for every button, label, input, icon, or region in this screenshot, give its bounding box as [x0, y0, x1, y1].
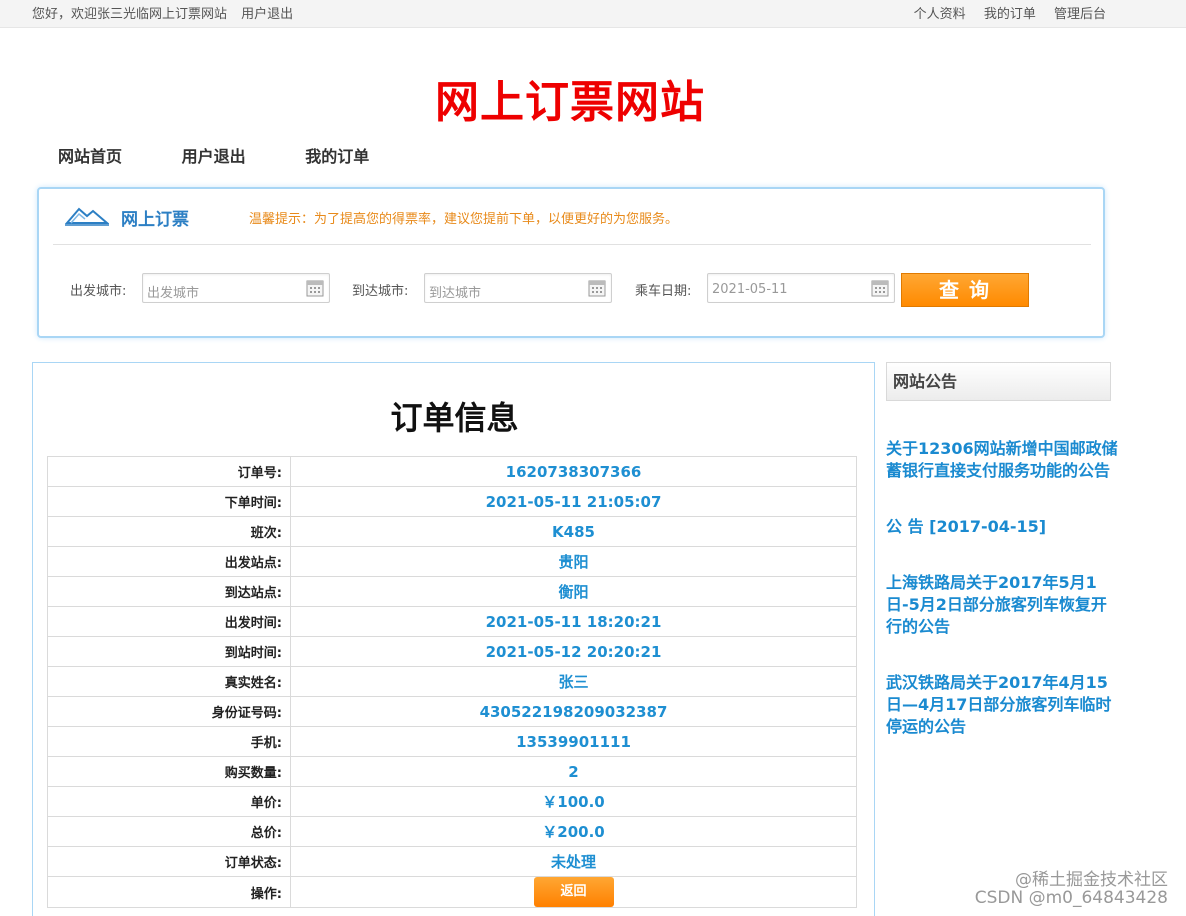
order-row-value: 贵阳: [290, 546, 857, 577]
order-row: 购买数量: 2: [47, 756, 857, 787]
order-row: 订单号: 1620738307366: [47, 456, 857, 487]
calendar-icon[interactable]: [871, 279, 889, 297]
order-row-value: 衡阳: [290, 576, 857, 607]
order-action-cell: 返回: [290, 876, 857, 908]
notice-item[interactable]: 公 告 [2017-04-15]: [886, 516, 1118, 538]
order-row-value: 张三: [290, 666, 857, 697]
date-label: 乘车日期:: [635, 284, 692, 299]
notice-item[interactable]: 武汉铁路局关于2017年4月15日—4月17日部分旅客列车临时停运的公告: [886, 672, 1118, 738]
nav-logout[interactable]: 用户退出: [182, 147, 246, 166]
order-row-value: K485: [290, 516, 857, 547]
order-info-table: 订单号: 1620738307366 下单时间: 2021-05-11 21:05:0…: [47, 456, 857, 908]
order-row-value: 2021-05-12 20:20:21: [290, 636, 857, 667]
query-button[interactable]: 查询: [901, 273, 1029, 307]
order-row-label: 手机:: [47, 726, 291, 757]
order-action-row: 操作: 返回: [47, 876, 857, 908]
order-info-panel: 订单信息 订单号: 1620738307366 下单时间: 2021-05-11 21…: [32, 362, 875, 916]
order-row-label: 到站时间:: [47, 636, 291, 667]
order-row-value: 2021-05-11 21:05:07: [290, 486, 857, 517]
calendar-icon[interactable]: [306, 279, 324, 297]
ticket-search-panel: 网上订票 温馨提示：为了提高您的得票率，建议您提前下单，以便更好的为您服务。 出…: [37, 187, 1105, 338]
nav-my-orders[interactable]: 我的订单: [305, 147, 369, 166]
order-row: 订单状态: 未处理: [47, 846, 857, 877]
back-button[interactable]: 返回: [533, 877, 614, 907]
order-row: 出发站点: 贵阳: [47, 546, 857, 577]
order-row-label: 购买数量:: [47, 756, 291, 787]
from-city-placeholder: 出发城市: [147, 286, 200, 301]
date-input[interactable]: 2021-05-11: [707, 273, 895, 303]
to-city-label: 到达城市:: [352, 284, 409, 299]
order-row-value: ￥200.0: [290, 816, 857, 847]
mountain-logo-icon: [65, 207, 109, 226]
order-row-label: 订单状态:: [47, 846, 291, 877]
search-tip: 温馨提示：为了提高您的得票率，建议您提前下单，以便更好的为您服务。: [249, 212, 679, 227]
order-row: 出发时间: 2021-05-11 18:20:21: [47, 606, 857, 637]
to-city-placeholder: 到达城市: [429, 286, 482, 301]
order-row-label: 单价:: [47, 786, 291, 817]
order-row-label: 订单号:: [47, 456, 291, 487]
order-row-label: 出发站点:: [47, 546, 291, 577]
top-bar: 您好，欢迎张三光临网上订票网站 用户退出 个人资料 我的订单 管理后台: [0, 0, 1186, 28]
order-row: 总价: ￥200.0: [47, 816, 857, 847]
order-row: 到达站点: 衡阳: [47, 576, 857, 607]
search-panel-header: 网上订票 温馨提示：为了提高您的得票率，建议您提前下单，以便更好的为您服务。: [53, 189, 1091, 245]
watermark-line-1: @稀土掘金技术社区: [1015, 870, 1168, 890]
order-row-value: ￥100.0: [290, 786, 857, 817]
from-city-input[interactable]: 出发城市: [142, 273, 330, 303]
order-row-value: 2: [290, 756, 857, 787]
order-row: 到站时间: 2021-05-12 20:20:21: [47, 636, 857, 667]
order-row-label: 下单时间:: [47, 486, 291, 517]
profile-link[interactable]: 个人资料: [914, 7, 966, 22]
main-nav: 网站首页 用户退出 我的订单: [58, 143, 423, 167]
from-city-label: 出发城市:: [70, 284, 127, 299]
order-row-label: 出发时间:: [47, 606, 291, 637]
order-row: 手机: 13539901111: [47, 726, 857, 757]
order-row-value: 2021-05-11 18:20:21: [290, 606, 857, 637]
order-row-value: 未处理: [290, 846, 857, 877]
date-value: 2021-05-11: [712, 282, 788, 297]
order-row: 真实姓名: 张三: [47, 666, 857, 697]
order-row-label: 身份证号码:: [47, 696, 291, 727]
site-title: 网上订票网站: [435, 77, 705, 128]
notice-item[interactable]: 关于12306网站新增中国邮政储蓄银行直接支付服务功能的公告: [886, 438, 1118, 482]
notice-header: 网站公告: [886, 362, 1111, 401]
watermark-line-2: CSDN @m0_64843428: [974, 888, 1168, 908]
search-panel-title: 网上订票: [121, 210, 189, 230]
order-row: 下单时间: 2021-05-11 21:05:07: [47, 486, 857, 517]
order-row-label: 总价:: [47, 816, 291, 847]
order-row-label: 真实姓名:: [47, 666, 291, 697]
order-row-value: 13539901111: [290, 726, 857, 757]
welcome-text: 您好，欢迎张三光临网上订票网站: [32, 7, 228, 22]
order-row: 单价: ￥100.0: [47, 786, 857, 817]
order-row: 班次: K485: [47, 516, 857, 547]
admin-link[interactable]: 管理后台: [1054, 7, 1106, 22]
watermark: @稀土掘金技术社区 CSDN @m0_64843428: [975, 871, 1168, 907]
order-action-label: 操作:: [47, 876, 291, 908]
order-row: 身份证号码: 430522198209032387: [47, 696, 857, 727]
order-row-label: 班次:: [47, 516, 291, 547]
order-row-value: 430522198209032387: [290, 696, 857, 727]
order-row-label: 到达站点:: [47, 576, 291, 607]
my-orders-link[interactable]: 我的订单: [984, 7, 1036, 22]
calendar-icon[interactable]: [588, 279, 606, 297]
top-logout-link[interactable]: 用户退出: [241, 7, 293, 22]
order-row-value: 1620738307366: [290, 456, 857, 487]
nav-home[interactable]: 网站首页: [58, 147, 122, 166]
order-info-title: 订单信息: [390, 399, 519, 437]
to-city-input[interactable]: 到达城市: [424, 273, 612, 303]
notice-item[interactable]: 上海铁路局关于2017年5月1日-5月2日部分旅客列车恢复开行的公告: [886, 572, 1118, 638]
